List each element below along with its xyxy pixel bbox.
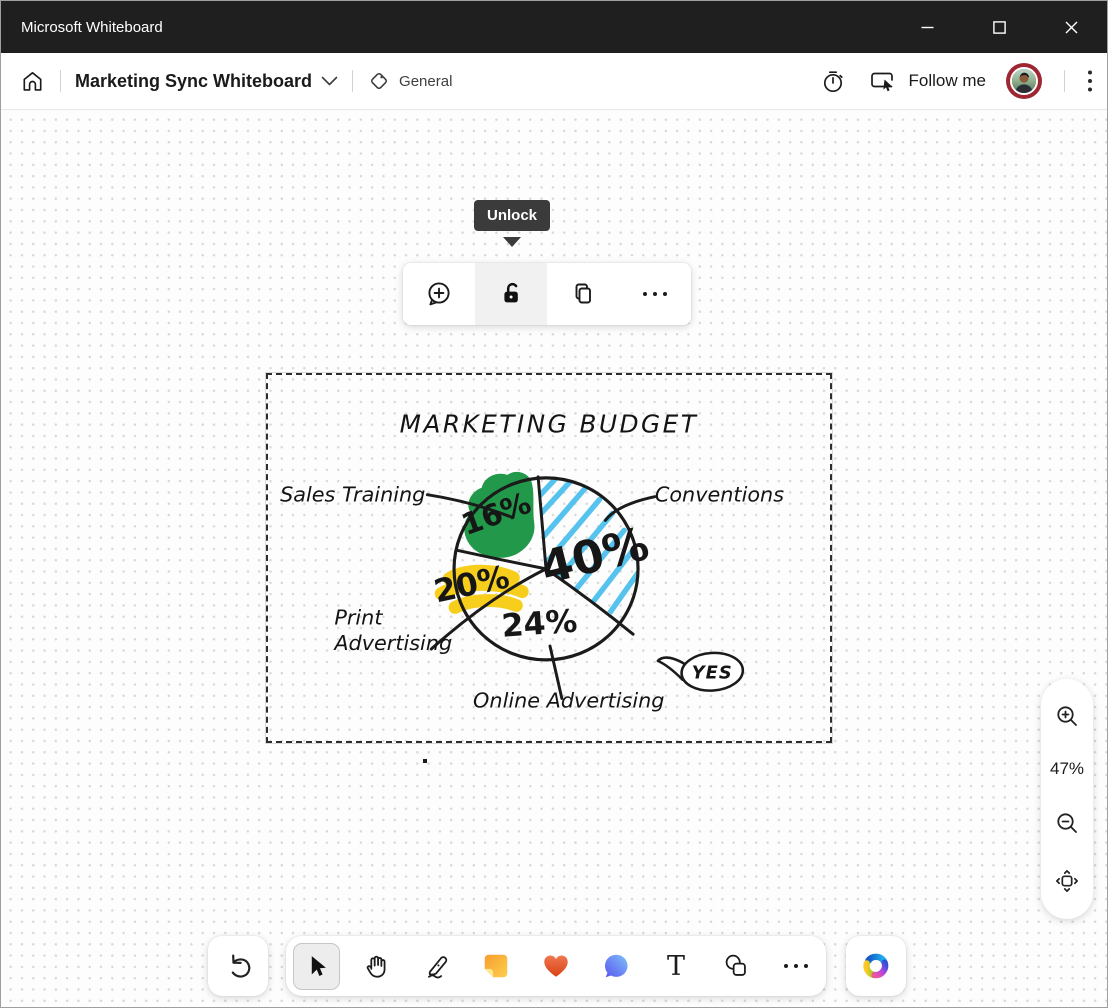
drawing-title: MARKETING BUDGET xyxy=(400,409,699,438)
text-tool-icon: T xyxy=(667,953,685,980)
shapes-icon xyxy=(720,950,752,982)
context-toolbar xyxy=(403,263,691,325)
unlock-button[interactable] xyxy=(475,263,547,325)
label-print-1: Print xyxy=(334,605,383,629)
header: Marketing Sync Whiteboard General xyxy=(1,53,1107,110)
zoom-in-button[interactable] xyxy=(1053,702,1081,730)
pen-icon xyxy=(420,950,452,982)
more-options-button[interactable] xyxy=(1087,69,1093,93)
minimize-button[interactable] xyxy=(891,1,963,53)
header-left: Marketing Sync Whiteboard General xyxy=(19,68,452,95)
fit-to-screen-icon xyxy=(1052,866,1082,896)
hand-icon xyxy=(360,950,392,982)
label-sales-training: Sales Training xyxy=(280,483,425,507)
comment-add-icon xyxy=(423,278,455,310)
zoom-in-icon xyxy=(1053,702,1081,730)
zoom-out-icon xyxy=(1053,809,1081,837)
tag-icon xyxy=(367,69,391,93)
comment-bubble-icon xyxy=(601,951,631,981)
fit-to-screen-button[interactable] xyxy=(1052,866,1082,896)
close-icon xyxy=(1065,21,1078,34)
more-actions-button[interactable] xyxy=(619,263,691,325)
more-options-icon xyxy=(1087,69,1093,93)
label-print-2: Advertising xyxy=(332,631,452,655)
unlock-tooltip: Unlock xyxy=(474,200,550,231)
copilot-icon xyxy=(860,950,892,982)
tag-button[interactable]: General xyxy=(367,69,452,93)
sticky-note-icon xyxy=(481,951,511,981)
avatar-photo xyxy=(1010,67,1038,95)
copy-button[interactable] xyxy=(547,263,619,325)
follow-me-label: Follow me xyxy=(909,71,986,91)
reaction-tool[interactable] xyxy=(526,936,586,996)
pie-percent-plain: 24% xyxy=(500,604,578,645)
label-conventions: Conventions xyxy=(655,483,784,507)
tag-label: General xyxy=(399,73,452,90)
follow-me-button[interactable]: Follow me xyxy=(867,67,986,95)
selected-image[interactable]: MARKETING BUDGET xyxy=(266,373,832,743)
label-yes: YES xyxy=(692,663,733,684)
timer-button[interactable] xyxy=(819,67,847,95)
close-button[interactable] xyxy=(1035,1,1107,53)
copy-icon xyxy=(567,278,599,310)
divider xyxy=(352,70,353,92)
unlock-icon xyxy=(495,278,527,310)
marketing-budget-drawing: MARKETING BUDGET xyxy=(268,375,830,741)
ellipsis-icon xyxy=(641,291,669,297)
divider xyxy=(1064,70,1065,92)
comment-tool[interactable] xyxy=(586,936,646,996)
timer-icon xyxy=(819,67,847,95)
copilot-button[interactable] xyxy=(846,936,906,996)
unlock-tooltip-label: Unlock xyxy=(487,207,537,224)
app-window: Microsoft Whiteboard Marketing Sync Whit… xyxy=(0,0,1108,1008)
chevron-down-icon xyxy=(321,76,338,87)
minimize-icon xyxy=(921,21,934,34)
yes-annotation: YES xyxy=(658,651,744,693)
maximize-icon xyxy=(993,21,1006,34)
zoom-panel: 47% xyxy=(1041,679,1093,919)
shapes-tool[interactable] xyxy=(706,936,766,996)
maximize-button[interactable] xyxy=(963,1,1035,53)
present-follow-icon xyxy=(867,67,897,95)
window-controls xyxy=(891,1,1107,53)
text-tool[interactable]: T xyxy=(646,936,706,996)
board-title-dropdown[interactable]: Marketing Sync Whiteboard xyxy=(75,71,338,92)
tool-toolbar: T xyxy=(286,936,826,996)
note-tool[interactable] xyxy=(466,936,526,996)
home-icon xyxy=(19,68,46,95)
undo-icon xyxy=(222,950,254,982)
more-tools[interactable] xyxy=(766,936,826,996)
avatar[interactable] xyxy=(1006,63,1042,99)
titlebar: Microsoft Whiteboard xyxy=(1,1,1107,53)
zoom-level: 47% xyxy=(1050,759,1084,779)
select-tool[interactable] xyxy=(286,936,346,996)
selected-tool-highlight xyxy=(293,943,340,990)
ink-tool[interactable] xyxy=(406,936,466,996)
app-title: Microsoft Whiteboard xyxy=(21,19,163,36)
label-online-advertising: Online Advertising xyxy=(473,688,664,712)
divider xyxy=(60,70,61,92)
board-title: Marketing Sync Whiteboard xyxy=(75,71,312,92)
ellipsis-icon xyxy=(783,963,809,969)
home-button[interactable] xyxy=(19,68,46,95)
undo-button[interactable] xyxy=(208,936,268,996)
add-comment-button[interactable] xyxy=(403,263,475,325)
header-right: Follow me xyxy=(819,63,1093,99)
unlock-tooltip-arrow xyxy=(503,237,521,247)
select-cursor-icon xyxy=(301,951,331,981)
zoom-out-button[interactable] xyxy=(1053,809,1081,837)
stray-ink-dot xyxy=(423,759,427,763)
heart-icon xyxy=(541,951,571,981)
pan-tool[interactable] xyxy=(346,936,406,996)
